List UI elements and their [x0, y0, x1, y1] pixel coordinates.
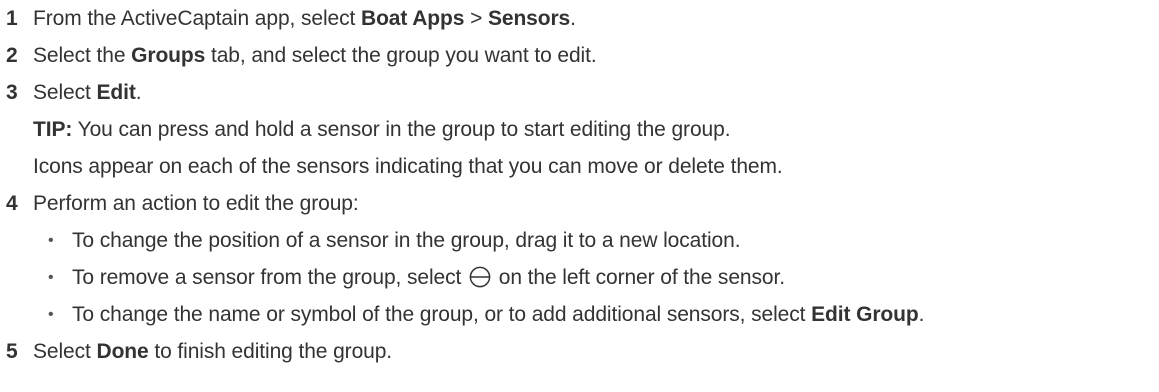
bullet-text: To change the name or symbol of the grou…	[72, 297, 924, 333]
step-number: 3	[6, 81, 18, 104]
instructions-page: 1 From the ActiveCaptain app, select Boa…	[0, 0, 1159, 392]
bullet-text-part: To change the name or symbol of the grou…	[72, 303, 812, 326]
ui-term-sensors: Sensors	[487, 7, 571, 30]
step-text: Select the Groups tab, and select the gr…	[33, 38, 597, 74]
bullet-text-part: To remove a sensor from the group, selec…	[72, 266, 467, 289]
step-number: 2	[6, 44, 18, 67]
step-text: Select Done to finish editing the group.	[33, 334, 392, 370]
step-text: From the ActiveCaptain app, select Boat …	[33, 1, 576, 37]
ui-term-done: Done	[96, 340, 149, 363]
step-text: Select Edit.	[33, 75, 142, 111]
step-text-part: Select	[33, 81, 97, 104]
bullet-marker: •	[48, 269, 54, 286]
ui-term-edit-group: Edit Group	[811, 303, 919, 326]
bullet-text-part: on the left corner of the sensor.	[493, 266, 785, 289]
tip-label: TIP:	[33, 118, 73, 141]
step-number: 4	[6, 192, 18, 215]
step-text-part: tab, and select the group you want to ed…	[205, 44, 597, 67]
tip-body: You can press and hold a sensor in the g…	[72, 118, 731, 141]
bullet-marker: •	[48, 306, 54, 323]
bullet-marker: •	[48, 232, 54, 249]
bullet-text: To change the position of a sensor in th…	[72, 229, 741, 252]
step-text-part: Select the	[33, 44, 132, 67]
step-text: Perform an action to edit the group:	[33, 192, 359, 215]
minus-circle-icon	[469, 266, 491, 288]
step-number: 1	[6, 7, 18, 30]
bullet-text: To remove a sensor from the group, selec…	[72, 260, 785, 296]
step-text-part: >	[464, 7, 488, 30]
note-text: Icons appear on each of the sensors indi…	[33, 155, 783, 178]
step-text-part: to finish editing the group.	[148, 340, 393, 363]
step-text-part: Select	[33, 340, 97, 363]
ui-term-groups: Groups	[131, 44, 206, 67]
bullet-text-part: .	[918, 303, 925, 326]
tip-text: TIP: You can press and hold a sensor in …	[33, 112, 731, 148]
step-text-part: .	[135, 81, 142, 104]
ui-term-boat-apps: Boat Apps	[361, 7, 465, 30]
step-text-part: From the ActiveCaptain app, select	[33, 7, 361, 30]
step-number: 5	[6, 340, 18, 363]
ui-term-edit: Edit	[96, 81, 136, 104]
step-text-part: .	[570, 7, 576, 30]
